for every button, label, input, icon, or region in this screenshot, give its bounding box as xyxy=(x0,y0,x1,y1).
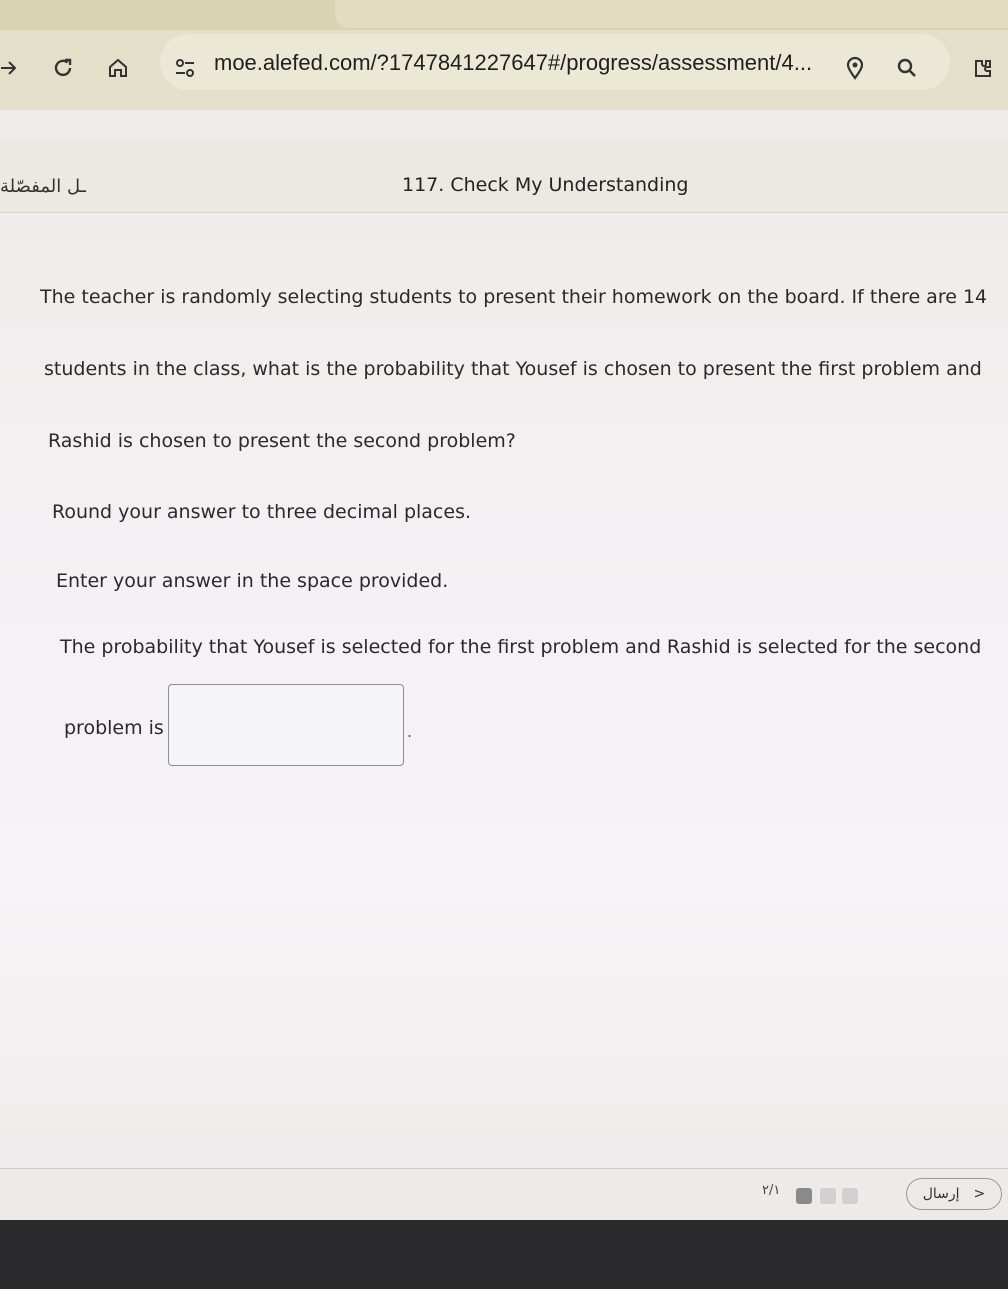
extension-icon[interactable] xyxy=(970,55,996,81)
chevron-right-icon: > xyxy=(973,1186,986,1202)
browser-tab[interactable] xyxy=(335,0,1008,28)
header-arabic-label: ـل المفصّلة xyxy=(0,176,86,197)
answer-input[interactable] xyxy=(168,684,404,766)
rounding-instruction: Round your answer to three decimal place… xyxy=(52,501,472,523)
question-text-line-3: Rashid is chosen to present the second p… xyxy=(48,430,516,452)
progress-dot-1[interactable] xyxy=(796,1188,812,1204)
answer-period: . xyxy=(407,722,413,741)
device-bezel xyxy=(0,1220,1008,1289)
progress-dot-3[interactable] xyxy=(842,1188,858,1204)
url-text[interactable]: moe.alefed.com/?1747841227647#/progress/… xyxy=(214,50,812,76)
submit-button[interactable]: إرسال > xyxy=(906,1178,1002,1210)
progress-dot-2[interactable] xyxy=(820,1188,836,1204)
reload-icon[interactable] xyxy=(50,55,76,81)
search-icon[interactable] xyxy=(894,55,920,81)
answer-prompt-line-2: problem is xyxy=(64,717,164,739)
question-panel xyxy=(0,213,1008,1168)
forward-icon[interactable] xyxy=(0,55,22,81)
page-counter: ٢/١ xyxy=(762,1183,781,1198)
site-info-icon[interactable] xyxy=(172,55,198,81)
question-text-line-1: The teacher is randomly selecting studen… xyxy=(40,286,988,308)
question-text-line-2: students in the class, what is the proba… xyxy=(44,358,982,380)
answer-prompt-line-1: The probability that Yousef is selected … xyxy=(60,636,982,658)
location-icon[interactable] xyxy=(842,55,868,81)
page-title: 117. Check My Understanding xyxy=(402,174,689,196)
home-icon[interactable] xyxy=(105,55,131,81)
entry-instruction: Enter your answer in the space provided. xyxy=(56,570,449,592)
submit-button-label: إرسال xyxy=(922,1186,960,1202)
